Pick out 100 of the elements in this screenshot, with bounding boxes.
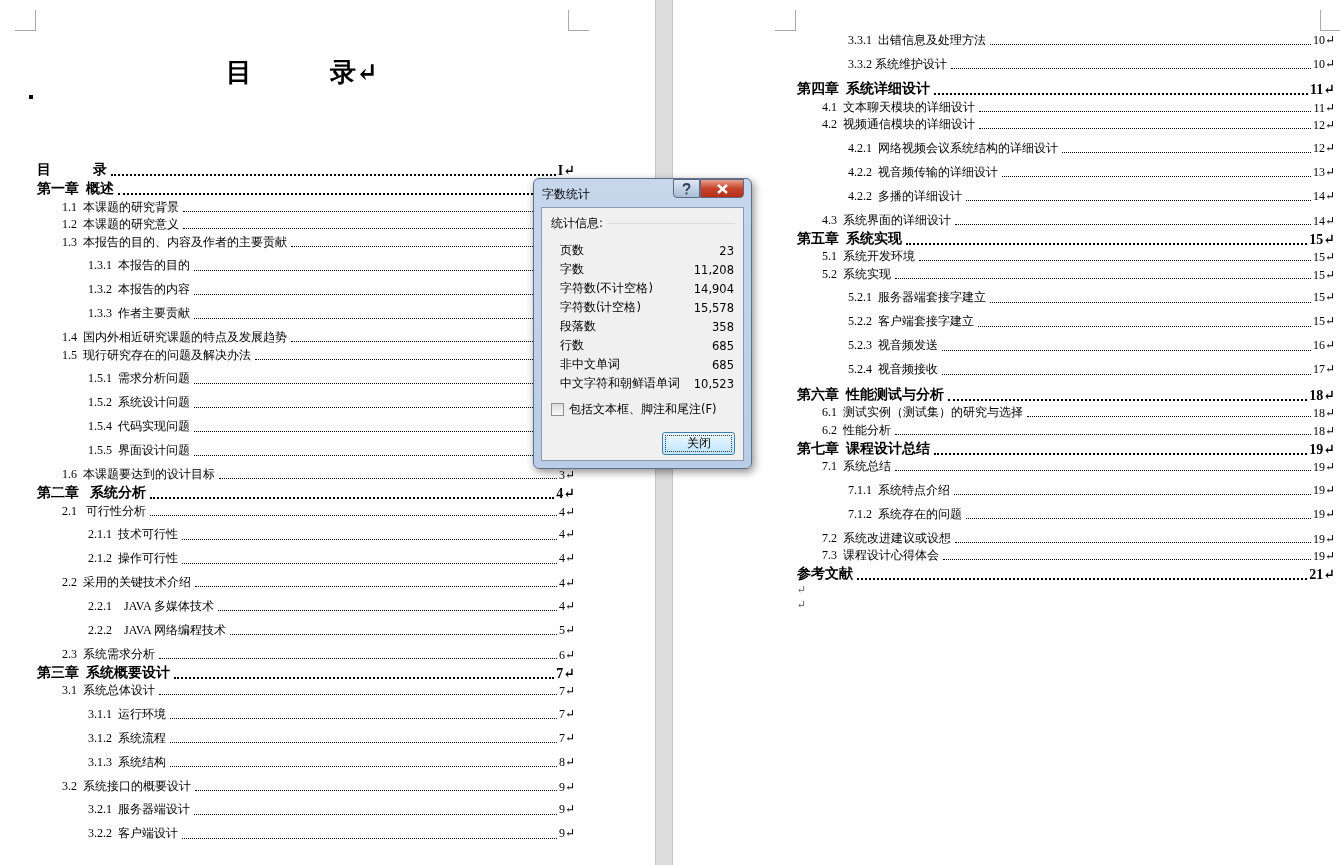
paragraph-mark: ↵	[797, 598, 808, 612]
toc-entry: 4.2.1 网络视频会议系统结构的详细设计	[848, 139, 1058, 157]
toc-entry: 目 录	[37, 161, 107, 179]
checkbox-label[interactable]: 包括文本框、脚注和尾注(F)	[569, 402, 717, 417]
toc-entry: 3.2.2 客户端设计	[88, 825, 178, 842]
stat-value: 15,578	[693, 300, 734, 315]
toc-entry: 5.2.2 客户端套接字建立	[848, 313, 974, 330]
page-number: 18↵	[1312, 406, 1335, 421]
toc-entry: 第四章 系统详细设计	[797, 80, 930, 98]
page-number: 15↵	[1312, 250, 1335, 265]
page-number: 7↵	[558, 730, 575, 746]
page-number: 7↵	[556, 664, 575, 682]
toc-entry: 3.1.3 系统结构	[88, 753, 166, 771]
toc-entry: 7.1 系统总结	[822, 458, 891, 475]
toc-entry: 7.1.1 系统特点介绍	[848, 481, 950, 499]
page-number: 10↵	[1312, 56, 1335, 72]
toc-entry: 3.2.1 服务器端设计	[88, 801, 190, 818]
toc-entry: 1.5.2 系统设计问题	[88, 394, 190, 411]
toc-entry: 7.3 课程设计心得体会	[822, 547, 939, 564]
toc-entry: 2.1.1 技术可行性	[88, 526, 178, 543]
toc-entry: 4.2 视频通信模块的详细设计	[822, 116, 975, 133]
toc-entry: 1.5 现行研究存在的问题及解决办法	[62, 346, 251, 364]
close-dialog-button[interactable]: 关闭	[662, 432, 735, 455]
anchor-mark	[29, 95, 33, 99]
toc-entry: 1.3.2 本报告的内容	[88, 281, 190, 298]
page-number: 19↵	[1309, 440, 1335, 458]
toc-entry: 4.1 文本聊天模块的详细设计	[822, 98, 975, 116]
toc-entry: 2.1.2 操作可行性	[88, 550, 178, 567]
toc-entry: 5.2.1 服务器端套接字建立	[848, 289, 986, 306]
page-number: 15↵	[1312, 267, 1335, 283]
toc-entry: 7.1.2 系统存在的问题	[848, 505, 962, 523]
page-number: 8↵	[558, 754, 575, 770]
toc-entry: 1.1 本课题的研究背景	[62, 198, 179, 216]
toc-entry: 1.5.4 代码实现问题	[88, 418, 190, 435]
page-number: 15↵	[1312, 290, 1335, 305]
toc-entry: 1.4 国内外相近研究课题的特点及发展趋势	[62, 329, 287, 346]
help-icon	[682, 182, 691, 195]
stat-label: 段落数	[560, 319, 596, 334]
page-number: 4↵	[556, 485, 575, 502]
checkbox[interactable]	[551, 403, 564, 416]
toc-entry: 3.3.1 出错信息及处理方法	[848, 31, 986, 49]
toc-entry: 6.2 性能分析	[822, 421, 891, 439]
crop-mark	[775, 10, 796, 31]
page-number: 4↵	[558, 551, 575, 566]
stat-label: 非中文单词	[560, 357, 620, 372]
page-number: 16↵	[1312, 338, 1335, 353]
help-button[interactable]	[673, 179, 700, 198]
page-number: 21↵	[1309, 566, 1335, 583]
page-number: 4↵	[558, 527, 575, 542]
toc-entry: 1.2 本课题的研究意义	[62, 216, 179, 233]
stat-value: 23	[719, 243, 734, 258]
page-number: 19↵	[1312, 531, 1335, 547]
page-number: 10↵	[1312, 32, 1335, 48]
toc-entry: 第五章 系统实现	[797, 229, 902, 248]
close-button[interactable]	[700, 179, 744, 198]
toc-entry: 3.1.2 系统流程	[88, 729, 166, 747]
page-number: I↵	[557, 162, 575, 179]
page-number: 18↵	[1312, 423, 1335, 439]
toc-entry: 5.2.4 视音频接收	[848, 361, 938, 378]
toc-entry: 2.2.2 JAVA 网络编程技术	[88, 621, 226, 639]
page-number: 7↵	[558, 684, 575, 699]
toc-entry: 3.3.2 系统维护设计	[848, 55, 947, 73]
page-number: 15↵	[1312, 314, 1335, 329]
crop-mark	[1320, 10, 1340, 31]
paragraph-mark: ↵	[797, 583, 808, 597]
page-number: 19↵	[1312, 460, 1335, 475]
toc-entry: 1.6 本课题要达到的设计目标	[62, 466, 215, 483]
toc-entry: 2.3 系统需求分析	[62, 645, 155, 663]
page-number: 12↵	[1312, 140, 1335, 156]
page-number: 13↵	[1312, 164, 1335, 180]
toc-entry: 3.1.1 运行环境	[88, 705, 166, 723]
toc-entry: 6.1 测试实例（测试集）的研究与选择	[822, 404, 1023, 421]
toc-entry: 第一章 概述	[37, 180, 114, 198]
stat-value: 685	[712, 338, 734, 353]
page-number: 3↵	[558, 468, 575, 483]
toc-heading: 目 录↵	[226, 57, 378, 89]
toc-entry: 第三章 系统概要设计	[37, 663, 170, 682]
stat-value: 685	[712, 357, 734, 372]
dialog-title: 字数统计	[542, 186, 590, 203]
toc-entry: 4.2.2 视音频传输的详细设计	[848, 163, 998, 181]
toc-entry: 2.2 采用的关键技术介绍	[62, 574, 191, 591]
page-number: 19↵	[1312, 549, 1335, 564]
page-number: 11↵	[1313, 100, 1335, 116]
stat-label: 中文字符和朝鲜语单词	[560, 376, 680, 391]
toc-entry: 参考文献	[797, 565, 853, 583]
toc-entry: 1.3.1 本报告的目的	[88, 257, 190, 274]
crop-mark	[15, 10, 36, 31]
page-number: 19↵	[1312, 506, 1335, 522]
toc-entry: 2.1 可行性分析	[62, 502, 146, 520]
toc-entry: 1.5.5 界面设计问题	[88, 442, 190, 459]
toc-entry: 7.2 系统改进建议或设想	[822, 529, 951, 547]
page-number: 4↵	[558, 576, 575, 591]
page-number: 4↵	[558, 504, 575, 520]
toc-entry: 1.3.3 作者主要贡献	[88, 305, 190, 322]
stat-label: 字数	[560, 262, 584, 277]
page-number: 11↵	[1310, 81, 1335, 98]
close-icon	[716, 183, 728, 194]
toc-entry: 第七章 课程设计总结	[797, 439, 930, 458]
toc-entry: 1.3 本报告的目的、内容及作者的主要贡献	[62, 233, 287, 251]
toc-entry: 5.1 系统开发环境	[822, 248, 915, 265]
